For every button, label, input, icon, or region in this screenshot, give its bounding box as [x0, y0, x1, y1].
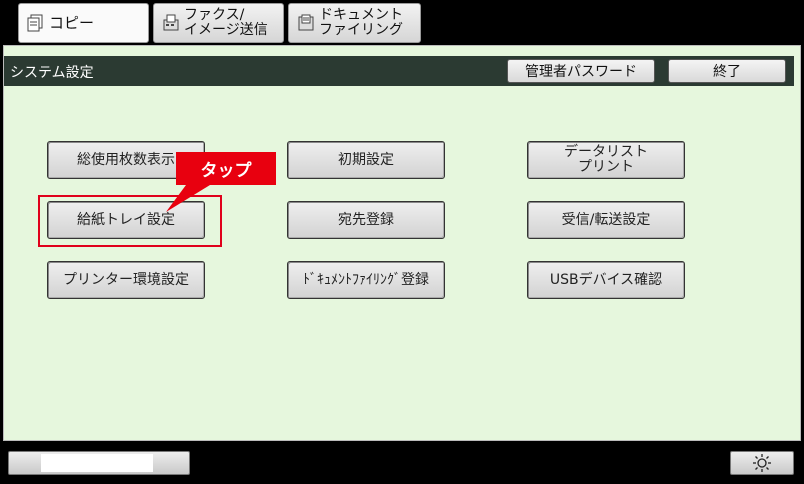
tab-label: ドキュメント ファイリング: [319, 7, 403, 38]
admin-password-button[interactable]: 管理者パスワード: [507, 59, 655, 83]
page-title: システム設定: [10, 65, 94, 81]
tab-fax-image-send[interactable]: ファクス/ イメージ送信: [153, 3, 284, 43]
status-field: [41, 454, 153, 472]
status-bar[interactable]: [8, 451, 190, 475]
address-registration-button[interactable]: 宛先登録: [287, 201, 445, 239]
data-list-print-button[interactable]: データリスト プリント: [527, 141, 685, 179]
fax-icon: [163, 14, 179, 31]
tab-label: ファクス/ イメージ送信: [184, 7, 268, 38]
initial-settings-button[interactable]: 初期設定: [287, 141, 445, 179]
brightness-button[interactable]: [730, 451, 794, 475]
brightness-icon: [753, 454, 771, 472]
tab-copy[interactable]: コピー: [18, 3, 149, 43]
tab-label: コピー: [49, 13, 95, 32]
document-filing-registration-button[interactable]: ﾄﾞｷｭﾒﾝﾄﾌｧｲﾘﾝｸﾞ登録: [287, 261, 445, 299]
receive-forward-settings-button[interactable]: 受信/転送設定: [527, 201, 685, 239]
exit-button[interactable]: 終了: [668, 59, 786, 83]
document-filing-icon: [298, 14, 314, 31]
title-bar: システム設定 管理者パスワード 終了: [4, 56, 794, 86]
copy-icon: [27, 14, 43, 32]
tab-document-filing[interactable]: ドキュメント ファイリング: [288, 3, 421, 43]
tap-highlight-frame: [38, 195, 222, 247]
tap-callout: タップ: [176, 152, 276, 185]
printer-settings-button[interactable]: プリンター環境設定: [47, 261, 205, 299]
usb-device-check-button[interactable]: USBデバイス確認: [527, 261, 685, 299]
